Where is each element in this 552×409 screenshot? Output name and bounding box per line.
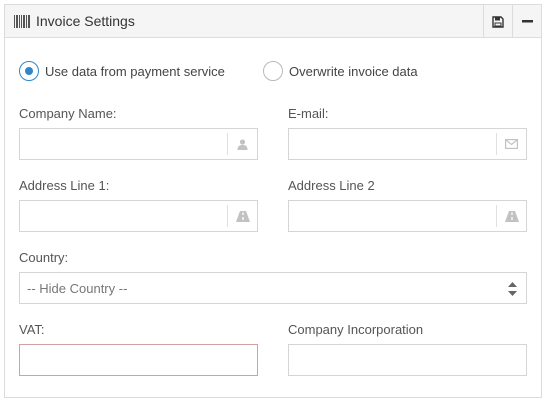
email-field[interactable] bbox=[288, 128, 527, 160]
vat-input[interactable] bbox=[20, 345, 257, 375]
address-line-2-input[interactable] bbox=[289, 201, 496, 231]
addon bbox=[496, 205, 526, 227]
vat-field[interactable] bbox=[19, 344, 258, 376]
address-line-1-label: Address Line 1: bbox=[19, 178, 110, 193]
country-label: Country: bbox=[19, 250, 69, 265]
vat-label: VAT: bbox=[19, 322, 45, 337]
company-name-field[interactable] bbox=[19, 128, 258, 160]
company-incorporation-field[interactable] bbox=[288, 344, 527, 376]
radio-circle bbox=[263, 61, 283, 81]
minimize-button[interactable] bbox=[512, 5, 541, 38]
country-select-value: -- Hide Country -- bbox=[27, 281, 128, 296]
minus-icon bbox=[521, 20, 533, 23]
address-line-2-field[interactable] bbox=[288, 200, 527, 232]
address-line-1-input[interactable] bbox=[20, 201, 227, 231]
addon bbox=[496, 133, 526, 155]
company-incorporation-label: Company Incorporation bbox=[288, 322, 424, 337]
radio-label: Overwrite invoice data bbox=[289, 63, 418, 79]
barcode-icon bbox=[14, 15, 30, 28]
address-line-2-label: Address Line 2 bbox=[288, 178, 375, 193]
envelope-icon bbox=[505, 139, 518, 149]
radio-use-payment-service[interactable]: Use data from payment service bbox=[19, 61, 225, 81]
save-button[interactable] bbox=[483, 5, 512, 38]
addon bbox=[227, 133, 257, 155]
company-name-label: Company Name: bbox=[19, 106, 117, 121]
panel-title: Invoice Settings bbox=[36, 13, 135, 29]
panel-header: Invoice Settings bbox=[5, 5, 541, 38]
user-icon bbox=[237, 138, 248, 150]
radio-circle bbox=[19, 61, 39, 81]
company-incorporation-input[interactable] bbox=[289, 345, 526, 375]
country-select[interactable]: -- Hide Country -- bbox=[19, 272, 527, 304]
radio-label: Use data from payment service bbox=[45, 63, 225, 79]
floppy-disk-icon bbox=[492, 15, 504, 28]
address-line-1-field[interactable] bbox=[19, 200, 258, 232]
sort-arrows-icon bbox=[508, 282, 517, 296]
email-input[interactable] bbox=[289, 129, 496, 159]
company-name-input[interactable] bbox=[20, 129, 227, 159]
email-label: E-mail: bbox=[288, 106, 329, 121]
road-icon bbox=[235, 210, 250, 222]
addon bbox=[227, 205, 257, 227]
road-icon bbox=[504, 210, 519, 222]
radio-overwrite-invoice-data[interactable]: Overwrite invoice data bbox=[263, 61, 418, 81]
